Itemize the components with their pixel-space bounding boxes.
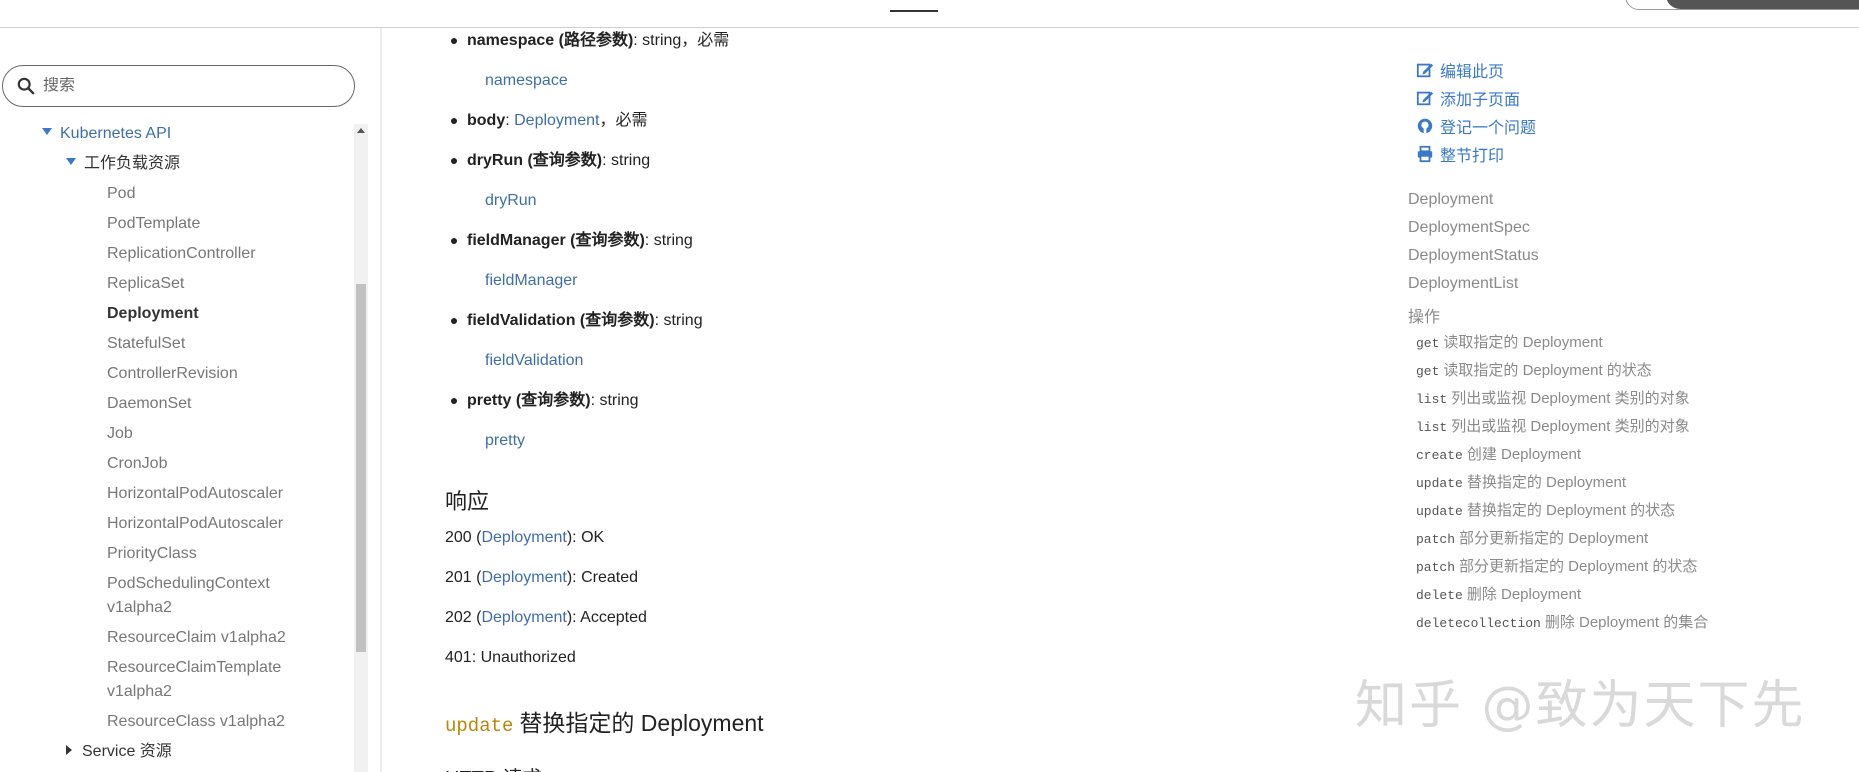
sidebar-scrollbar[interactable] xyxy=(354,124,368,772)
nav-item-hpa-1[interactable]: HorizontalPodAutoscaler xyxy=(107,484,283,504)
toc-op-deletecollection[interactable]: deletecollection 删除 Deployment 的集合 xyxy=(1416,611,1708,632)
toc-op-patch-status[interactable]: patch 部分更新指定的 Deployment 的状态 xyxy=(1416,555,1697,576)
toc-panel: 编辑此页 添加子页面 登记一个问题 整节打印 Deployment Deploy… xyxy=(1400,28,1859,772)
response-200: 200 (Deployment): OK xyxy=(445,529,605,546)
param-body: body: Deployment，必需 xyxy=(451,110,648,132)
edit-page-link[interactable]: 编辑此页 xyxy=(1416,58,1504,82)
body-type-link[interactable]: Deployment xyxy=(514,112,599,129)
edit-icon xyxy=(1416,63,1434,78)
caret-down-icon xyxy=(66,158,76,166)
param-fieldvalidation: fieldValidation (查询参数): string xyxy=(451,310,703,332)
nav-item-job[interactable]: Job xyxy=(107,424,133,444)
toc-deploymentspec[interactable]: DeploymentSpec xyxy=(1408,219,1530,237)
response-401: 401: Unauthorized xyxy=(445,649,576,666)
param-pretty-link[interactable]: pretty xyxy=(485,430,525,452)
nav-item-replicationcontroller[interactable]: ReplicationController xyxy=(107,244,256,264)
nav-item-statefulset[interactable]: StatefulSet xyxy=(107,334,185,354)
toc-deployment[interactable]: Deployment xyxy=(1408,191,1493,209)
file-issue-link[interactable]: 登记一个问题 xyxy=(1416,114,1536,138)
param-pretty: pretty (查询参数): string xyxy=(451,390,639,412)
toc-op-delete[interactable]: delete 删除 Deployment xyxy=(1416,583,1581,604)
search-icon xyxy=(17,77,35,95)
response-201: 201 (Deployment): Created xyxy=(445,569,638,586)
response-202-link[interactable]: Deployment xyxy=(481,609,566,626)
nav-item-pod[interactable]: Pod xyxy=(107,184,135,204)
toc-op-get[interactable]: get 读取指定的 Deployment xyxy=(1416,331,1603,352)
nav-item-resourceclaimtemplate[interactable]: ResourceClaimTemplate xyxy=(107,658,281,678)
response-heading: 响应 xyxy=(445,489,490,514)
toc-op-get-status[interactable]: get 读取指定的 Deployment 的状态 xyxy=(1416,359,1652,380)
nav-item-replicaset[interactable]: ReplicaSet xyxy=(107,274,184,294)
nav-item-resourceclaim[interactable]: ResourceClaim v1alpha2 xyxy=(107,628,286,648)
nav-workload-resources[interactable]: 工作负载资源 xyxy=(66,154,180,174)
active-nav-underline xyxy=(890,10,938,12)
nav-item-resourceclass[interactable]: ResourceClass v1alpha2 xyxy=(107,712,285,732)
toc-op-patch[interactable]: patch 部分更新指定的 Deployment xyxy=(1416,527,1648,548)
response-200-link[interactable]: Deployment xyxy=(481,529,566,546)
param-fieldvalidation-link[interactable]: fieldValidation xyxy=(485,350,583,372)
top-right-control[interactable] xyxy=(1625,0,1859,10)
toc-op-list[interactable]: list 列出或监视 Deployment 类别的对象 xyxy=(1416,387,1690,408)
print-section-link[interactable]: 整节打印 xyxy=(1416,142,1504,166)
github-icon xyxy=(1417,118,1433,134)
http-request-heading: HTTP 请求 xyxy=(445,762,542,772)
nav-item-priorityclass[interactable]: PriorityClass xyxy=(107,544,197,564)
toc-deploymentstatus[interactable]: DeploymentStatus xyxy=(1408,247,1539,265)
update-heading: update 替换指定的 Deployment xyxy=(445,710,764,737)
caret-right-icon xyxy=(66,744,72,755)
response-202: 202 (Deployment): Accepted xyxy=(445,609,647,626)
printer-icon xyxy=(1417,145,1433,163)
nav-item-podtemplate[interactable]: PodTemplate xyxy=(107,214,200,234)
toc-op-update-status[interactable]: update 替换指定的 Deployment 的状态 xyxy=(1416,499,1675,520)
param-fieldmanager-link[interactable]: fieldManager xyxy=(485,270,578,292)
nav-item-daemonset[interactable]: DaemonSet xyxy=(107,394,192,414)
toc-op-update[interactable]: update 替换指定的 Deployment xyxy=(1416,471,1626,492)
search-input[interactable] xyxy=(43,77,333,95)
param-dryrun: dryRun (查询参数): string xyxy=(450,150,650,172)
nav-item-controllerrevision[interactable]: ControllerRevision xyxy=(107,364,238,384)
toc-op-list-all[interactable]: list 列出或监视 Deployment 类别的对象 xyxy=(1416,415,1690,436)
scrollbar-thumb[interactable] xyxy=(356,284,366,652)
update-verb: update xyxy=(445,715,514,737)
add-child-page-link[interactable]: 添加子页面 xyxy=(1416,86,1520,110)
zhihu-watermark: 知乎 @致为天下先 xyxy=(1355,676,1806,736)
toc-deploymentlist[interactable]: DeploymentList xyxy=(1408,275,1518,293)
sidebar: Kubernetes API 工作负载资源 Pod PodTemplate Re… xyxy=(0,28,382,772)
top-bar xyxy=(0,0,1859,28)
nav-item-resourceclaimtemplate-version[interactable]: v1alpha2 xyxy=(107,682,172,702)
param-namespace: namespace (路径参数): string，必需 xyxy=(450,30,729,52)
nav-item-hpa-2[interactable]: HorizontalPodAutoscaler xyxy=(107,514,283,534)
caret-down-icon xyxy=(42,128,52,136)
search-box[interactable] xyxy=(2,65,355,107)
param-dryrun-link[interactable]: dryRun xyxy=(485,190,537,212)
toc-operations[interactable]: 操作 xyxy=(1408,303,1440,327)
nav-item-podschedulingcontext[interactable]: PodSchedulingContext xyxy=(107,574,270,594)
main-content: namespace (路径参数): string，必需 namespace bo… xyxy=(382,28,1382,772)
param-namespace-link[interactable]: namespace xyxy=(485,70,568,92)
nav-item-cronjob[interactable]: CronJob xyxy=(107,454,167,474)
nav-service-resources[interactable]: Service 资源 xyxy=(66,742,172,762)
toc-op-create[interactable]: create 创建 Deployment xyxy=(1416,443,1581,464)
scroll-up-arrow-icon[interactable] xyxy=(357,128,365,133)
edit-icon xyxy=(1416,91,1434,106)
response-201-link[interactable]: Deployment xyxy=(481,569,566,586)
nav-item-podschedulingcontext-version[interactable]: v1alpha2 xyxy=(107,598,172,618)
param-fieldmanager: fieldManager (查询参数): string xyxy=(451,230,693,252)
nav-kubernetes-api[interactable]: Kubernetes API xyxy=(42,124,171,144)
nav-item-deployment[interactable]: Deployment xyxy=(107,304,199,324)
